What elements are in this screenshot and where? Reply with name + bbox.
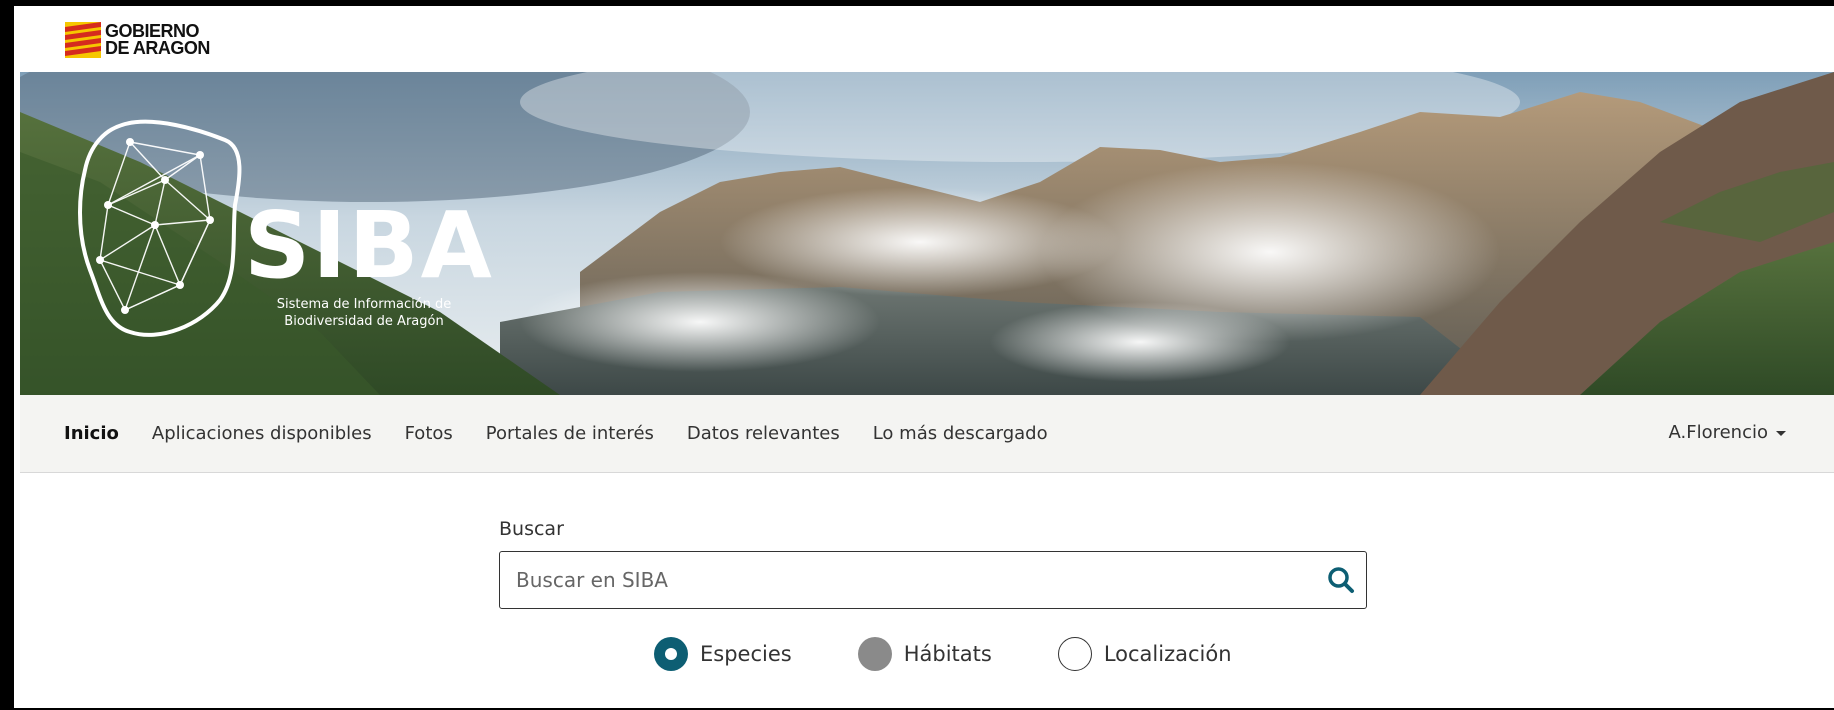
nav-item-aplicaciones[interactable]: Aplicaciones disponibles bbox=[152, 423, 372, 444]
siba-subtitle: Sistema de Información de Biodiversidad … bbox=[244, 296, 484, 330]
radio-localizacion[interactable]: Localización bbox=[1057, 637, 1232, 671]
caret-down-icon bbox=[1776, 431, 1786, 436]
gov-line-2: DE ARAGON bbox=[105, 38, 210, 58]
siba-subtitle-line-1: Sistema de Información de bbox=[276, 297, 452, 312]
search-box bbox=[499, 551, 1367, 609]
aragon-flag-icon bbox=[65, 22, 101, 58]
radio-unchecked-icon bbox=[1057, 637, 1092, 671]
radio-label-habitats: Hábitats bbox=[903, 642, 992, 666]
nav-item-portales[interactable]: Portales de interés bbox=[486, 423, 654, 444]
nav-item-fotos[interactable]: Fotos bbox=[405, 423, 453, 444]
search-type-radio-group: Especies Hábitats Localización bbox=[654, 637, 1298, 671]
nav-item-datos[interactable]: Datos relevantes bbox=[687, 423, 840, 444]
radio-label-especies: Especies bbox=[700, 642, 792, 666]
radio-disabled-icon bbox=[857, 637, 892, 671]
main-nav: Inicio Aplicaciones disponibles Fotos Po… bbox=[20, 395, 1834, 473]
siba-subtitle-line-2: Biodiversidad de Aragón bbox=[284, 314, 444, 329]
hero-banner: SIBA Sistema de Información de Biodivers… bbox=[20, 72, 1834, 395]
radio-especies[interactable]: Especies bbox=[654, 637, 792, 671]
search-icon bbox=[1328, 567, 1354, 593]
user-menu-toggle[interactable]: A.Florencio bbox=[1669, 422, 1786, 443]
radio-habitats[interactable]: Hábitats bbox=[857, 637, 992, 671]
page: GOBIERNO DE ARAGON SIBA Sistema de Infor… bbox=[14, 6, 1834, 708]
user-name: A.Florencio bbox=[1668, 422, 1768, 443]
nav-list: Inicio Aplicaciones disponibles Fotos Po… bbox=[20, 423, 1081, 444]
radio-checked-icon bbox=[654, 637, 688, 671]
gobierno-aragon-logo[interactable]: GOBIERNO DE ARAGON bbox=[65, 22, 210, 58]
search-section: Buscar Especies Hábitats Localización bbox=[14, 473, 1834, 708]
gov-logo-text: GOBIERNO DE ARAGON bbox=[105, 22, 210, 58]
search-input[interactable] bbox=[500, 552, 1316, 608]
nav-item-descargado[interactable]: Lo más descargado bbox=[873, 423, 1048, 444]
nav-item-inicio[interactable]: Inicio bbox=[64, 423, 119, 444]
radio-label-localizacion: Localización bbox=[1103, 642, 1232, 666]
siba-title: SIBA bbox=[244, 192, 494, 299]
search-button[interactable] bbox=[1316, 552, 1366, 608]
search-label: Buscar bbox=[499, 518, 564, 540]
government-header: GOBIERNO DE ARAGON bbox=[14, 6, 1834, 72]
